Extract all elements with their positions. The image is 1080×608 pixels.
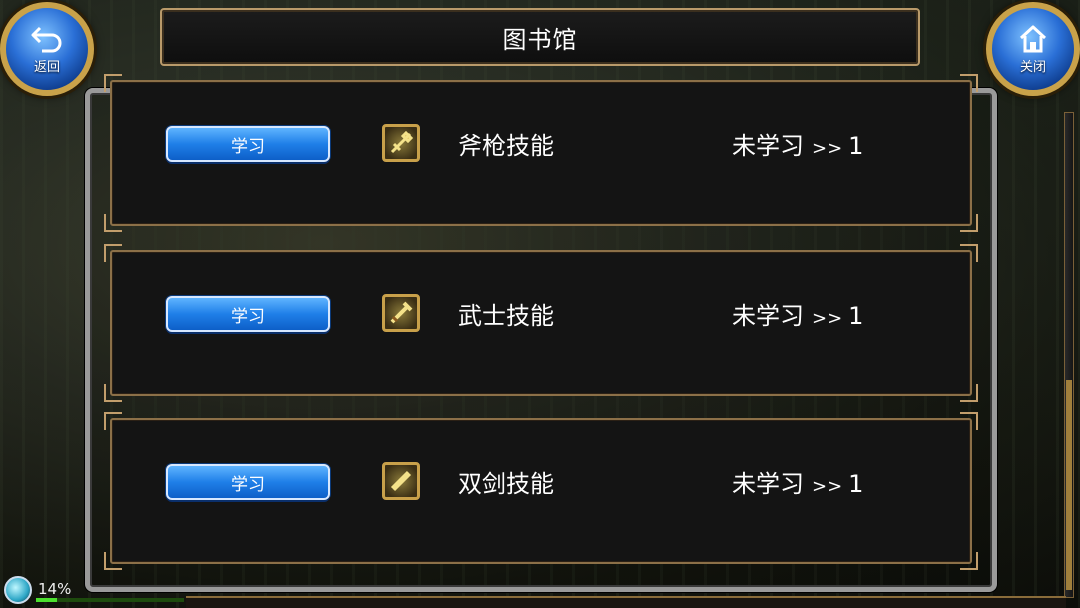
row-corner-ornament (960, 244, 978, 262)
dual-sword-skill-icon (382, 462, 420, 500)
status-arrow: >> (812, 138, 843, 159)
back-button[interactable]: 返回 (0, 2, 94, 96)
progress-percent: 14% (38, 580, 72, 598)
skill-level: 1 (848, 302, 864, 330)
skill-level: 1 (848, 470, 864, 498)
skill-status: 未学习 >> 1 (732, 464, 863, 499)
row-corner-ornament (960, 412, 978, 430)
samurai-skill-icon (382, 294, 420, 332)
row-corner-ornament (960, 384, 978, 402)
axe-spear-skill-icon (382, 124, 420, 162)
learn-button[interactable]: 学习 (166, 464, 330, 500)
status-text: 未学习 (732, 132, 804, 160)
close-button[interactable]: 关闭 (986, 2, 1080, 96)
skill-status: 未学习 >> 1 (732, 126, 863, 161)
row-corner-ornament (104, 74, 122, 92)
progress-bar-track (36, 598, 184, 602)
status-text: 未学习 (732, 302, 804, 330)
learn-button[interactable]: 学习 (166, 296, 330, 332)
page-title: 图书馆 (502, 25, 578, 54)
globe-icon (4, 576, 32, 604)
skill-name: 武士技能 (458, 302, 554, 330)
status-arrow: >> (812, 476, 843, 497)
title-bar: 图书馆 (160, 8, 920, 66)
home-icon (1019, 25, 1047, 52)
row-corner-ornament (960, 74, 978, 92)
learn-button[interactable]: 学习 (166, 126, 330, 162)
row-corner-ornament (104, 552, 122, 570)
status-text: 未学习 (732, 470, 804, 498)
bottom-border (186, 596, 1066, 608)
skill-name: 斧枪技能 (458, 132, 554, 160)
skill-status: 未学习 >> 1 (732, 296, 863, 331)
row-corner-ornament (104, 214, 122, 232)
skill-row: 学习 双剑技能 未学习 >> 1 (104, 412, 978, 570)
row-corner-ornament (960, 552, 978, 570)
skill-level: 1 (848, 132, 864, 160)
status-arrow: >> (812, 308, 843, 329)
back-button-label: 返回 (33, 59, 60, 75)
row-corner-ornament (104, 384, 122, 402)
row-corner-ornament (104, 244, 122, 262)
row-corner-ornament (104, 412, 122, 430)
skill-row: 学习 武士技能 未学习 >> 1 (104, 244, 978, 402)
scrollbar-thumb[interactable] (1066, 380, 1072, 590)
return-icon (31, 26, 62, 52)
skill-name: 双剑技能 (458, 470, 554, 498)
progress-bar-fill (36, 598, 57, 602)
close-button-label: 关闭 (1019, 59, 1046, 75)
skill-row: 学习 斧枪技能 未学习 >> 1 (104, 74, 978, 232)
row-corner-ornament (960, 214, 978, 232)
